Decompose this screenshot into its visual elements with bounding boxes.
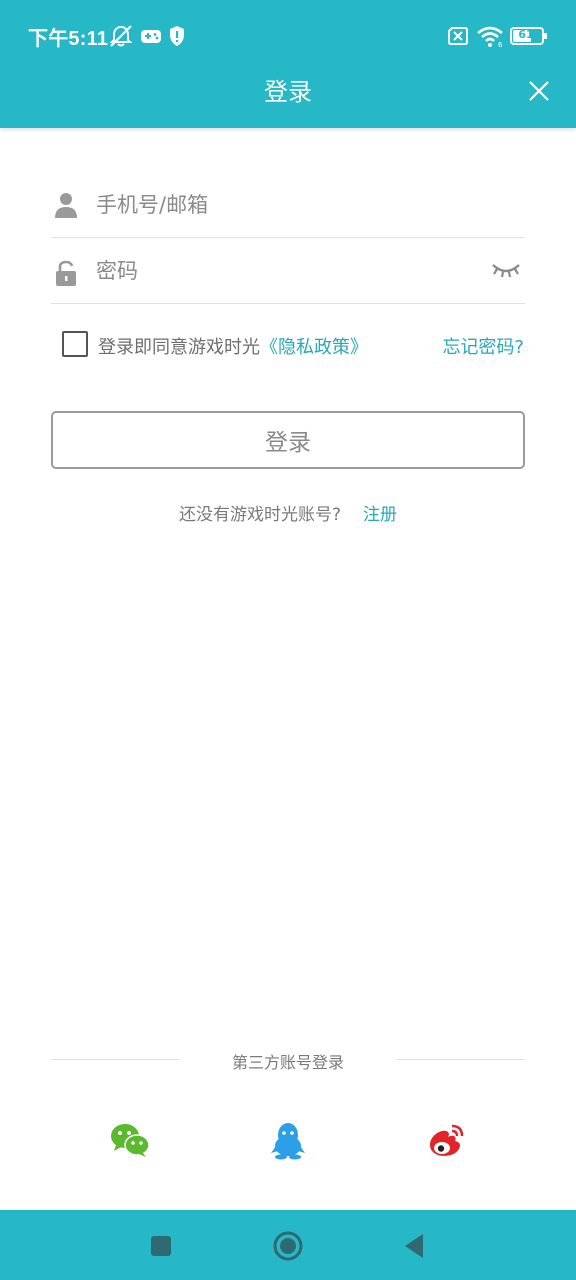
svg-text:6: 6 — [498, 41, 503, 48]
wifi-icon: 6 — [477, 26, 503, 48]
account-input[interactable] — [96, 188, 476, 222]
back-button[interactable] — [395, 1226, 435, 1266]
qq-icon[interactable] — [266, 1120, 310, 1160]
status-bar: 下午5:11 6 61 — [0, 0, 576, 70]
register-link[interactable]: 注册 — [363, 505, 397, 525]
sim-off-icon — [448, 27, 468, 45]
battery-level: 61 — [518, 28, 534, 41]
agree-checkbox[interactable] — [62, 331, 88, 357]
app-header: 下午5:11 6 61 登录 — [0, 0, 576, 128]
recent-apps-button[interactable] — [141, 1226, 181, 1266]
system-navigation-bar — [0, 1210, 576, 1280]
password-input[interactable] — [96, 254, 476, 288]
third-party-label: 第三方账号登录 — [231, 1053, 344, 1072]
password-field — [51, 238, 525, 304]
status-time: 下午5:11 — [28, 28, 109, 50]
register-row: 还没有游戏时光账号? 注册 — [0, 500, 576, 525]
register-prompt: 还没有游戏时光账号? — [178, 505, 342, 525]
eye-closed-icon[interactable] — [491, 259, 521, 279]
agree-prefix: 登录即同意游戏时光 — [98, 337, 260, 358]
weibo-icon[interactable] — [424, 1120, 468, 1160]
account-field — [51, 172, 525, 238]
shield-icon — [170, 26, 184, 46]
lock-icon — [56, 260, 76, 286]
login-button[interactable]: 登录 — [51, 411, 525, 469]
forgot-password-link[interactable]: 忘记密码? — [442, 333, 524, 359]
close-icon[interactable] — [522, 74, 556, 108]
home-button[interactable] — [268, 1226, 308, 1266]
game-controller-icon — [141, 30, 161, 43]
wechat-icon[interactable] — [108, 1120, 152, 1160]
privacy-policy-link[interactable]: 《隐私政策》 — [260, 337, 368, 358]
user-icon — [55, 193, 77, 218]
notification-muted-icon — [109, 25, 133, 47]
page-title: 登录 — [264, 78, 312, 106]
agree-text: 登录即同意游戏时光《隐私政策》 — [98, 333, 368, 359]
